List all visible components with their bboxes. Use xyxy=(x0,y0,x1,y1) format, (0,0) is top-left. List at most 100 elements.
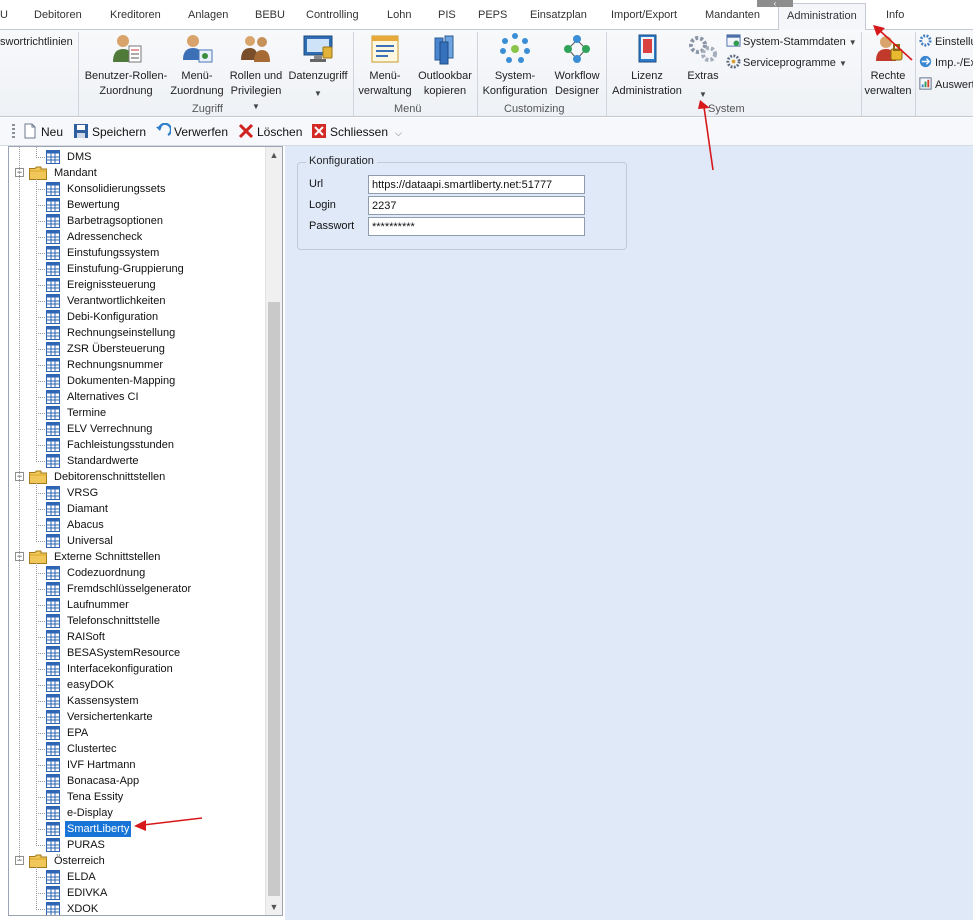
settings-icon xyxy=(919,34,932,47)
tab-debitoren[interactable]: Debitoren xyxy=(34,9,82,27)
ribbon-cut-off-label[interactable]: swortrichtlinien xyxy=(0,34,73,50)
table-grid-icon xyxy=(46,630,60,644)
table-grid-icon xyxy=(46,678,60,692)
tab-peps[interactable]: PEPS xyxy=(478,9,507,27)
chevron-down-icon: ▼ xyxy=(252,102,260,111)
outlookbar-copy-icon xyxy=(434,35,454,65)
toolbar-overflow-icon[interactable]: ⌵ xyxy=(395,128,402,139)
license-admin-button[interactable]: Lizenz Administration xyxy=(608,32,686,99)
service-programs-button[interactable]: Serviceprogramme ▼ xyxy=(726,54,847,72)
outlookbar-copy-label: Outlookbar kopieren xyxy=(418,70,472,97)
tree-item-label: Abacus xyxy=(67,519,104,531)
menu-assignment-button[interactable]: Menü- Zuordnung xyxy=(168,32,226,99)
tree-connector xyxy=(36,317,45,318)
evaluation-button[interactable]: Auswert xyxy=(918,76,973,93)
discard-label: Verwerfen xyxy=(174,125,229,139)
scroll-down-icon[interactable]: ▼ xyxy=(266,899,282,915)
menu-assignment-label: Menü- Zuordnung xyxy=(170,70,224,97)
tree-connector xyxy=(36,179,37,461)
table-grid-icon xyxy=(46,582,60,596)
tab-u[interactable]: U xyxy=(0,9,8,27)
system-masterdata-label: System-Stammdaten xyxy=(743,36,846,48)
data-access-button[interactable]: Datenzugriff ▼ xyxy=(286,32,350,101)
tree-item-label: Adressencheck xyxy=(67,231,143,243)
tree-connector xyxy=(36,573,45,574)
detail-panel: Konfiguration Url Login Passwort xyxy=(285,146,973,920)
tree-item-label: Diamant xyxy=(67,503,108,515)
tab-info[interactable]: Info xyxy=(886,9,904,27)
menu-management-label: Menü- verwaltung xyxy=(358,70,412,97)
table-grid-icon xyxy=(46,438,60,452)
tree-connector xyxy=(19,147,20,861)
tab-import-export[interactable]: Import/Export xyxy=(611,9,677,27)
tree-scrollbar[interactable]: ▲ ▼ xyxy=(265,147,282,915)
url-field[interactable] xyxy=(368,175,585,194)
table-grid-icon xyxy=(46,358,60,372)
tree-connector xyxy=(36,397,45,398)
tab-kreditoren[interactable]: Kreditoren xyxy=(110,9,161,27)
group-label-zugriff: Zugriff xyxy=(192,103,223,115)
tab-scroll-left-icon[interactable]: ‹ xyxy=(757,0,793,8)
tab-bebu[interactable]: BEBU xyxy=(255,9,285,27)
workflow-designer-button[interactable]: Workflow Designer xyxy=(550,32,604,99)
tree-item-label: Verantwortlichkeiten xyxy=(67,295,166,307)
table-grid-icon xyxy=(46,262,60,276)
tree-item-label: Einstufung-Gruppierung xyxy=(67,263,184,275)
roles-privileges-button[interactable]: Rollen und Privilegien ▼ xyxy=(226,32,286,114)
outlookbar-copy-button[interactable]: Outlookbar kopieren xyxy=(414,32,476,99)
import-export-button[interactable]: Imp.-/Ex xyxy=(918,54,973,71)
toolbar-grip-icon[interactable] xyxy=(12,124,15,140)
tree-item-label: ZSR Übersteuerung xyxy=(67,343,165,355)
scroll-thumb[interactable] xyxy=(268,302,280,896)
password-field[interactable] xyxy=(368,217,585,236)
tree-item-label: Rechnungseinstellung xyxy=(67,327,176,339)
chevron-down-icon: ▼ xyxy=(314,89,322,98)
settings-button[interactable]: Einstellu xyxy=(918,33,973,50)
table-grid-icon xyxy=(46,886,60,900)
extras-button[interactable]: Extras ▼ xyxy=(684,32,722,102)
tree-item-label: Konsolidierungssets xyxy=(67,183,166,195)
table-grid-icon xyxy=(46,902,60,915)
new-button[interactable]: Neu xyxy=(22,123,63,141)
scroll-up-icon[interactable]: ▲ xyxy=(266,147,282,163)
tab-mandanten[interactable]: Mandanten xyxy=(705,9,760,27)
tab-administration[interactable]: Administration xyxy=(778,3,866,30)
table-grid-icon xyxy=(46,454,60,468)
rights-manage-button[interactable]: Rechte verwalten xyxy=(862,32,914,99)
tree-folder-label: Debitorenschnittstellen xyxy=(54,471,166,483)
table-grid-icon xyxy=(46,406,60,420)
system-masterdata-button[interactable]: System-Stammdaten ▼ xyxy=(726,33,857,51)
tab-einsatzplan[interactable]: Einsatzplan xyxy=(530,9,587,27)
tab-controlling[interactable]: Controlling xyxy=(306,9,359,27)
tab-lohn[interactable]: Lohn xyxy=(387,9,411,27)
table-grid-icon xyxy=(46,390,60,404)
delete-button[interactable]: Löschen xyxy=(238,123,302,141)
save-button[interactable]: Speichern xyxy=(73,123,146,141)
table-grid-icon xyxy=(46,230,60,244)
tree-item-label: Debi-Konfiguration xyxy=(67,311,159,323)
tab-anlagen[interactable]: Anlagen xyxy=(188,9,228,27)
login-field[interactable] xyxy=(368,196,585,215)
discard-button[interactable]: Verwerfen xyxy=(155,123,228,141)
close-button[interactable]: Schliessen xyxy=(311,123,388,141)
tree-connector xyxy=(36,877,45,878)
tree-item-label: DMS xyxy=(67,151,92,163)
tree-connector xyxy=(36,509,45,510)
menu-management-button[interactable]: Menü- verwaltung xyxy=(356,32,414,99)
user-roles-button[interactable]: Benutzer-Rollen- Zuordnung xyxy=(82,32,170,99)
tree-item-label: SmartLiberty xyxy=(65,821,132,837)
system-config-icon xyxy=(500,33,530,63)
system-config-button[interactable]: System- Konfiguration xyxy=(478,32,552,99)
tree-item-label: Universal xyxy=(67,535,113,547)
menu-tab-bar: ‹ U Debitoren Kreditoren Anlagen BEBU Co… xyxy=(0,0,973,30)
ribbon: swortrichtlinien Benutzer-Rollen- Zuordn… xyxy=(0,29,973,117)
tab-pis[interactable]: PIS xyxy=(438,9,456,27)
tree-folder-label: Mandant xyxy=(54,167,97,179)
tree-connector xyxy=(36,413,45,414)
tree-item-label: IVF Hartmann xyxy=(67,759,136,771)
menu-management-icon xyxy=(371,35,399,63)
tree-connector xyxy=(36,797,45,798)
tree-connector xyxy=(36,221,45,222)
tree-connector xyxy=(36,381,45,382)
delete-x-icon xyxy=(238,123,254,139)
